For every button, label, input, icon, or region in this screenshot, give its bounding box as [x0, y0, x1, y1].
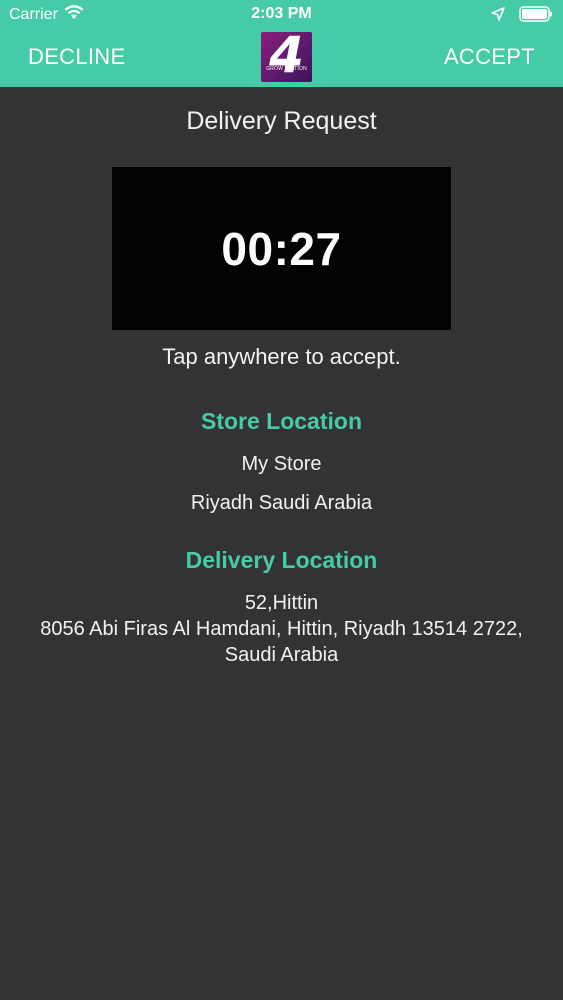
- battery-icon: [519, 6, 553, 27]
- store-address: Riyadh Saudi Arabia: [190, 492, 373, 514]
- logo-digit: 4: [269, 32, 304, 82]
- delivery-address-line3: Saudi Arabia: [224, 644, 339, 666]
- location-arrow-icon: [491, 7, 505, 26]
- navigation-bar: DECLINE 4 GROW STATION ACCEPT: [0, 30, 563, 87]
- app-logo: 4 GROW STATION: [261, 32, 312, 82]
- status-time: 2:03 PM: [251, 5, 312, 22]
- top-bar: Carrier 2:03 PM DECLINE 4 GROW STATION A…: [0, 0, 563, 87]
- status-right-group: [491, 6, 553, 27]
- delivery-address-line1: 52,Hittin: [244, 592, 319, 614]
- decline-button[interactable]: DECLINE: [28, 44, 125, 70]
- store-location-heading: Store Location: [200, 408, 362, 434]
- status-bar: Carrier 2:03 PM: [0, 0, 563, 30]
- delivery-location-heading: Delivery Location: [185, 547, 378, 573]
- logo-text: GROW STATION: [266, 66, 307, 72]
- page-title: Delivery Request: [186, 107, 377, 135]
- delivery-address-line2: 8056 Abi Firas Al Hamdani, Hittin, Riyad…: [40, 618, 523, 640]
- countdown-box[interactable]: 00:27: [112, 167, 451, 330]
- countdown-timer: 00:27: [221, 222, 342, 275]
- tap-to-accept-hint: Tap anywhere to accept.: [162, 344, 401, 369]
- store-name: My Store: [241, 453, 322, 475]
- accept-button[interactable]: ACCEPT: [444, 44, 535, 70]
- delivery-address: 52,Hittin 8056 Abi Firas Al Hamdani, Hit…: [10, 590, 553, 668]
